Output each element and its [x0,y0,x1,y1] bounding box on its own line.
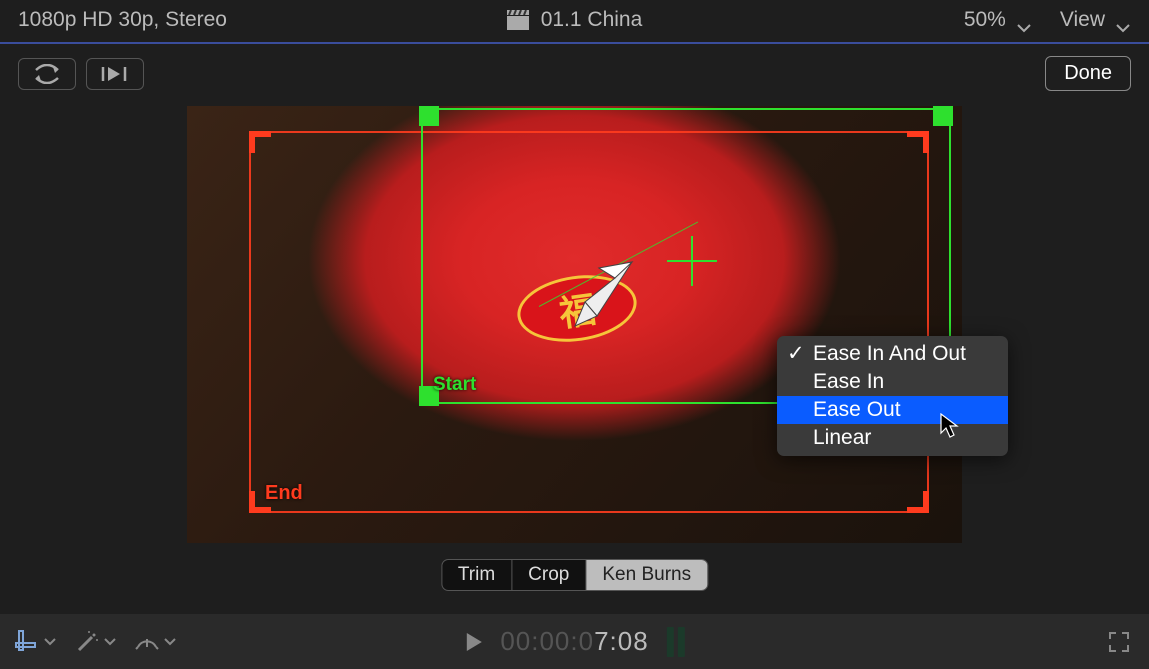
view-label: View [1060,8,1105,32]
mode-trim[interactable]: Trim [442,560,512,590]
viewer[interactable]: 福 End Start [187,106,962,543]
start-frame-center-cross-icon [667,236,717,286]
timecode-display[interactable]: 00:00:07:08 [500,626,648,657]
end-frame-label: End [265,482,303,505]
chevron-down-icon [1115,15,1131,25]
clip-name: 01.1 China [541,8,643,32]
done-button[interactable]: Done [1045,56,1131,91]
tools-row: Done [0,44,1149,91]
timecode-dim: 00:00:0 [500,626,594,656]
crop-mode-segmented-control[interactable]: Trim Crop Ken Burns [441,559,708,591]
transform-tool-menu[interactable] [14,629,56,655]
mode-crop[interactable]: Crop [512,560,586,590]
zoom-dropdown[interactable]: 50% [964,8,1032,32]
mode-ken-burns[interactable]: Ken Burns [586,560,707,590]
viewer-header: 1080p HD 30p, Stereo 01.1 China 50% View [0,0,1149,44]
retime-tool-menu[interactable] [134,629,176,655]
audio-meter-bar [678,627,685,657]
easing-option-ease-in[interactable]: Ease In [777,368,1008,396]
easing-option-ease-in-out[interactable]: Ease In And Out [777,340,1008,368]
zoom-value: 50% [964,8,1006,32]
fullscreen-button[interactable] [1107,630,1131,654]
end-frame-handle-tl[interactable] [249,131,271,153]
start-frame-handle-tr[interactable] [933,106,953,126]
clapper-icon [507,10,529,30]
easing-option-linear[interactable]: Linear [777,424,1008,452]
easing-option-ease-out[interactable]: Ease Out [777,396,1008,424]
view-dropdown[interactable]: View [1060,8,1131,32]
start-frame-handle-tl[interactable] [419,106,439,126]
start-frame-label: Start [433,374,476,396]
preview-button[interactable] [86,58,144,90]
easing-menu[interactable]: Ease In And Out Ease In Ease Out Linear [777,336,1008,456]
format-info: 1080p HD 30p, Stereo [18,8,389,32]
bottom-toolbar: 00:00:07:08 [0,614,1149,669]
enhance-tool-menu[interactable] [74,629,116,655]
timecode-bright: 7:08 [594,626,649,656]
audio-meter-bar [667,627,674,657]
swap-start-end-button[interactable] [18,58,76,90]
end-frame-handle-br[interactable] [907,491,929,513]
mouse-cursor-icon [940,413,962,444]
motion-direction-arrow-icon [537,254,657,334]
chevron-down-icon [1016,15,1032,25]
play-button[interactable] [464,632,482,652]
audio-meter[interactable] [667,627,685,657]
